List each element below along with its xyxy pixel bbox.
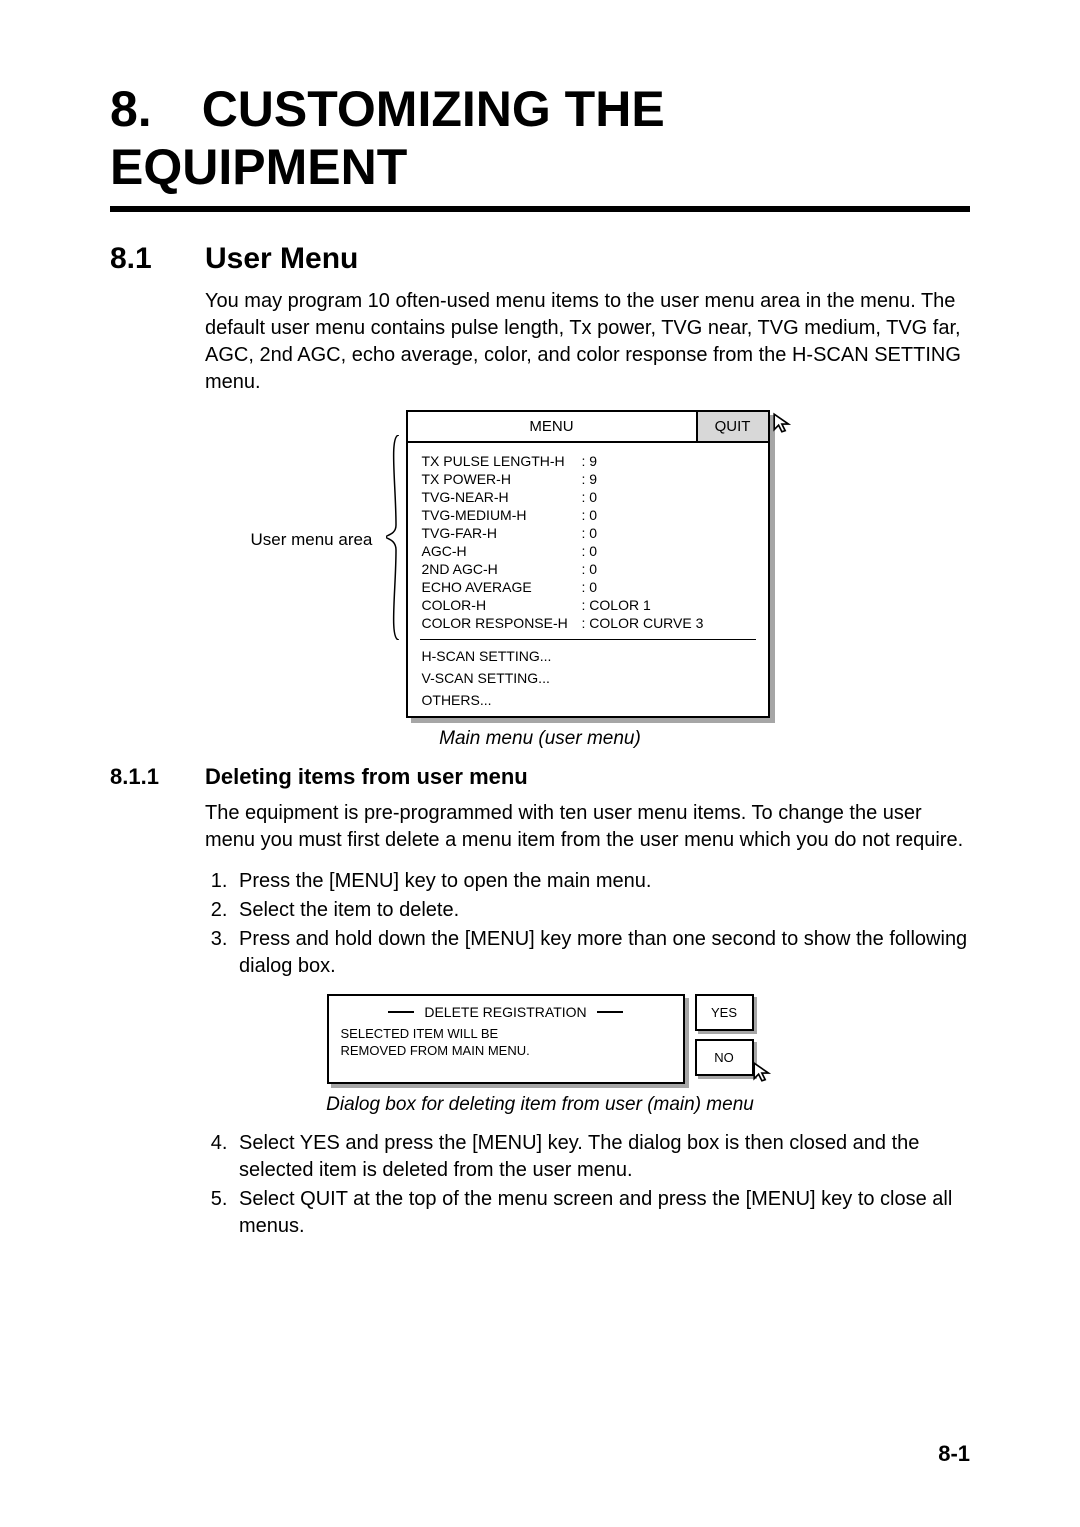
chapter-title: CUSTOMIZING THE EQUIPMENT (110, 81, 665, 195)
step-item: Press the [MENU] key to open the main me… (233, 868, 970, 895)
dash-icon (597, 1011, 623, 1013)
section-number: 8.1 (110, 242, 205, 276)
page-number: 8-1 (938, 1441, 970, 1467)
menu-item[interactable]: ECHO AVERAGE: 0 (422, 579, 754, 595)
figure-caption: Main menu (user menu) (110, 728, 970, 750)
cursor-icon (772, 412, 794, 439)
quit-button[interactable]: QUIT (696, 412, 768, 441)
menu-footer-item[interactable]: OTHERS... (422, 692, 754, 708)
menu-item[interactable]: COLOR RESPONSE-H: COLOR CURVE 3 (422, 615, 754, 631)
chapter-rule (110, 206, 970, 212)
user-menu-area-label: User menu area (251, 530, 373, 550)
menu-item[interactable]: COLOR-H: COLOR 1 (422, 597, 754, 613)
cursor-icon (752, 1061, 774, 1088)
dash-icon (388, 1011, 414, 1013)
subsection-number: 8.1.1 (110, 764, 205, 790)
menu-title: MENU (408, 412, 696, 441)
brace-icon (386, 435, 400, 640)
chapter-number: 8. (110, 80, 152, 138)
step-list: Select YES and press the [MENU] key. The… (205, 1130, 970, 1240)
section-intro: You may program 10 often-used menu items… (205, 288, 970, 396)
menu-footer-item[interactable]: H-SCAN SETTING... (422, 648, 754, 664)
step-item: Select QUIT at the top of the menu scree… (233, 1186, 970, 1240)
menu-item[interactable]: TX PULSE LENGTH-H: 9 (422, 453, 754, 469)
step-item: Select the item to delete. (233, 897, 970, 924)
dialog-text: REMOVED FROM MAIN MENU. (341, 1043, 671, 1060)
subsection-title: Deleting items from user menu (205, 764, 528, 790)
menu-item[interactable]: AGC-H: 0 (422, 543, 754, 559)
dialog-text: SELECTED ITEM WILL BE (341, 1026, 671, 1043)
step-item: Select YES and press the [MENU] key. The… (233, 1130, 970, 1184)
section-title: User Menu (205, 242, 358, 276)
step-list: Press the [MENU] key to open the main me… (205, 868, 970, 980)
menu-item[interactable]: TVG-NEAR-H: 0 (422, 489, 754, 505)
delete-registration-dialog: DELETE REGISTRATION SELECTED ITEM WILL B… (327, 994, 685, 1084)
menu-item[interactable]: 2ND AGC-H: 0 (422, 561, 754, 577)
figure-caption: Dialog box for deleting item from user (… (110, 1094, 970, 1116)
dialog-title: DELETE REGISTRATION (424, 1004, 586, 1020)
no-button[interactable]: NO (695, 1039, 754, 1076)
subsection-intro: The equipment is pre-programmed with ten… (205, 800, 970, 854)
main-menu-panel: MENU QUIT TX PULSE LENGTH-H: 9 TX POWER-… (406, 410, 770, 718)
menu-footer-item[interactable]: V-SCAN SETTING... (422, 670, 754, 686)
chapter-heading: 8.CUSTOMIZING THE EQUIPMENT (110, 80, 970, 196)
menu-item[interactable]: TVG-MEDIUM-H: 0 (422, 507, 754, 523)
yes-button[interactable]: YES (695, 994, 754, 1031)
step-item: Press and hold down the [MENU] key more … (233, 926, 970, 980)
menu-item[interactable]: TVG-FAR-H: 0 (422, 525, 754, 541)
menu-item[interactable]: TX POWER-H: 9 (422, 471, 754, 487)
menu-divider (420, 639, 756, 640)
